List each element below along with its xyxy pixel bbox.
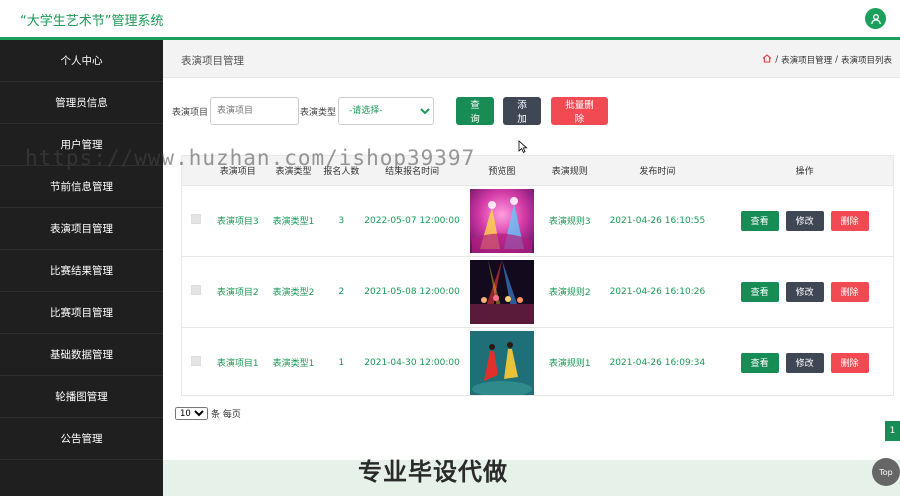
batch-delete-button[interactable]: 批量删除 <box>551 97 609 125</box>
sidebar-item-label: 表演项目管理 <box>50 223 113 235</box>
sidebar-item-label: 节前信息管理 <box>50 181 113 193</box>
footer-bar <box>163 460 900 496</box>
pagination-size: 10 条 每页 <box>175 407 241 420</box>
performance-name-cell: 表演项目3 <box>216 217 259 227</box>
type-select[interactable]: -请选择- <box>338 97 435 125</box>
performance-type-cell: 表演类型1 <box>272 359 315 370</box>
back-to-top-button[interactable]: Top <box>872 458 900 486</box>
preview-image[interactable] <box>469 259 534 324</box>
performance-rule-cell: 表演规则2 <box>548 288 591 298</box>
preview-image[interactable] <box>469 188 534 253</box>
performance-type-cell: 表演类型1 <box>272 217 315 227</box>
home-icon[interactable] <box>762 54 772 66</box>
page-title: 表演项目管理 <box>181 55 244 67</box>
publish-time-cell: 2021-04-26 16:10:26 <box>609 286 706 297</box>
performance-name-cell: 表演项目1 <box>216 359 259 370</box>
preview-image-cell <box>463 327 541 398</box>
watermark-text: https://www.huzhan.com/ishop39397 <box>25 146 476 170</box>
signup-count-cell: 3 <box>338 215 345 226</box>
sidebar-item-label: 基础数据管理 <box>50 349 113 361</box>
preview-image-cell <box>463 256 541 327</box>
data-table: 表演项目 表演类型 报名人数 结束报名时间 预览图 表演规则 发布时间 操作 表… <box>181 155 894 396</box>
user-icon[interactable] <box>865 8 886 29</box>
sidebar-item-festival-info[interactable]: 节前信息管理 <box>0 166 163 208</box>
table-row: 表演项目1 表演类型1 1 2021-04-30 12:00:00 表演规则1 … <box>182 327 893 398</box>
breadcrumb-level1[interactable]: 表演项目管理 <box>781 54 832 66</box>
edit-button[interactable]: 修改 <box>785 210 824 231</box>
delete-button[interactable]: 删除 <box>830 281 869 302</box>
header-cell: 表演规则 <box>551 166 588 177</box>
end-time-cell: 2021-05-08 12:00:00 <box>364 286 460 297</box>
main-content: 表演项目管理 / 表演项目管理 / 表演项目列表 表演项目 表演类型 -请选择-… <box>163 40 900 496</box>
page-number-button[interactable]: 1 <box>885 421 900 441</box>
row-checkbox[interactable] <box>190 285 201 295</box>
type-search-label: 表演类型 <box>300 107 337 118</box>
sidebar-item-contest-management[interactable]: 比赛项目管理 <box>0 292 163 334</box>
breadcrumb: / 表演项目管理 / 表演项目列表 <box>762 54 892 66</box>
promo-text: 专业毕设代做 <box>358 458 508 486</box>
sidebar-item-carousel[interactable]: 轮播图管理 <box>0 376 163 418</box>
signup-count-cell: 1 <box>338 357 345 368</box>
header-cell: 操作 <box>795 166 814 177</box>
sidebar-item-label: 个人中心 <box>60 55 103 67</box>
header-cell: 发布时间 <box>639 166 676 177</box>
performance-rule-cell: 表演规则3 <box>548 217 591 227</box>
row-checkbox[interactable] <box>190 214 201 224</box>
sidebar-item-announcement[interactable]: 公告管理 <box>0 418 163 460</box>
sidebar-item-performance-management[interactable]: 表演项目管理 <box>0 208 163 250</box>
app-title: “大学生艺术节”管理系统 <box>20 14 164 29</box>
name-search-label: 表演项目 <box>172 107 209 118</box>
sidebar-item-admin-info[interactable]: 管理员信息 <box>0 82 163 124</box>
top-bar: “大学生艺术节”管理系统 <box>0 0 900 40</box>
view-button[interactable]: 查看 <box>740 281 779 302</box>
sidebar-item-personal-center[interactable]: 个人中心 <box>0 40 163 82</box>
operations-cell: 查看 修改 删除 <box>716 256 893 327</box>
view-button[interactable]: 查看 <box>740 210 779 231</box>
preview-image-cell <box>463 185 541 256</box>
operations-cell: 查看 修改 删除 <box>716 185 893 256</box>
performance-rule-cell: 表演规则1 <box>548 359 591 370</box>
signup-count-cell: 2 <box>338 286 345 297</box>
sidebar-item-base-data[interactable]: 基础数据管理 <box>0 334 163 376</box>
performance-name-cell: 表演项目2 <box>216 288 259 298</box>
breadcrumb-separator: / <box>835 55 838 65</box>
delete-button[interactable]: 删除 <box>830 210 869 231</box>
query-button[interactable]: 查询 <box>456 97 495 125</box>
operations-cell: 查看 修改 删除 <box>716 327 893 398</box>
sidebar-item-label: 轮播图管理 <box>55 391 108 403</box>
delete-button[interactable]: 删除 <box>830 352 869 373</box>
end-time-cell: 2021-04-30 12:00:00 <box>364 357 460 368</box>
search-bar: 表演项目 表演类型 -请选择- 查询 添加 批量删除 <box>172 97 609 125</box>
sidebar-item-result-management[interactable]: 比赛结果管理 <box>0 250 163 292</box>
edit-button[interactable]: 修改 <box>785 352 824 373</box>
per-page-label: 条 每页 <box>211 410 241 420</box>
publish-time-cell: 2021-04-26 16:10:55 <box>609 215 706 226</box>
end-time-cell: 2022-05-07 12:00:00 <box>364 215 460 226</box>
table-row: 表演项目3 表演类型1 3 2022-05-07 12:00:00 表演规则3 … <box>182 185 893 256</box>
sidebar-item-label: 公告管理 <box>60 433 103 445</box>
sidebar-item-label: 管理员信息 <box>55 97 108 109</box>
row-checkbox[interactable] <box>190 356 201 367</box>
breadcrumb-level2: 表演项目列表 <box>840 56 892 66</box>
publish-time-cell: 2021-04-26 16:09:34 <box>609 357 706 368</box>
view-button[interactable]: 查看 <box>740 352 779 373</box>
page-size-select[interactable]: 10 <box>175 407 208 420</box>
add-button[interactable]: 添加 <box>503 97 542 125</box>
preview-image[interactable] <box>469 330 534 395</box>
performance-type-cell: 表演类型2 <box>272 288 315 298</box>
sidebar-item-label: 比赛结果管理 <box>50 265 113 277</box>
table-row: 表演项目2 表演类型2 2 2021-05-08 12:00:00 表演规则2 … <box>182 256 893 327</box>
edit-button[interactable]: 修改 <box>785 281 824 302</box>
mouse-cursor-icon <box>518 140 528 153</box>
name-search-input[interactable] <box>210 97 300 125</box>
content-header: 表演项目管理 / 表演项目管理 / 表演项目列表 <box>163 40 900 78</box>
breadcrumb-separator: / <box>775 55 779 65</box>
sidebar-item-label: 比赛项目管理 <box>50 307 113 319</box>
sidebar: 个人中心 管理员信息 用户管理 节前信息管理 表演项目管理 比赛结果管理 比赛项… <box>0 40 163 496</box>
